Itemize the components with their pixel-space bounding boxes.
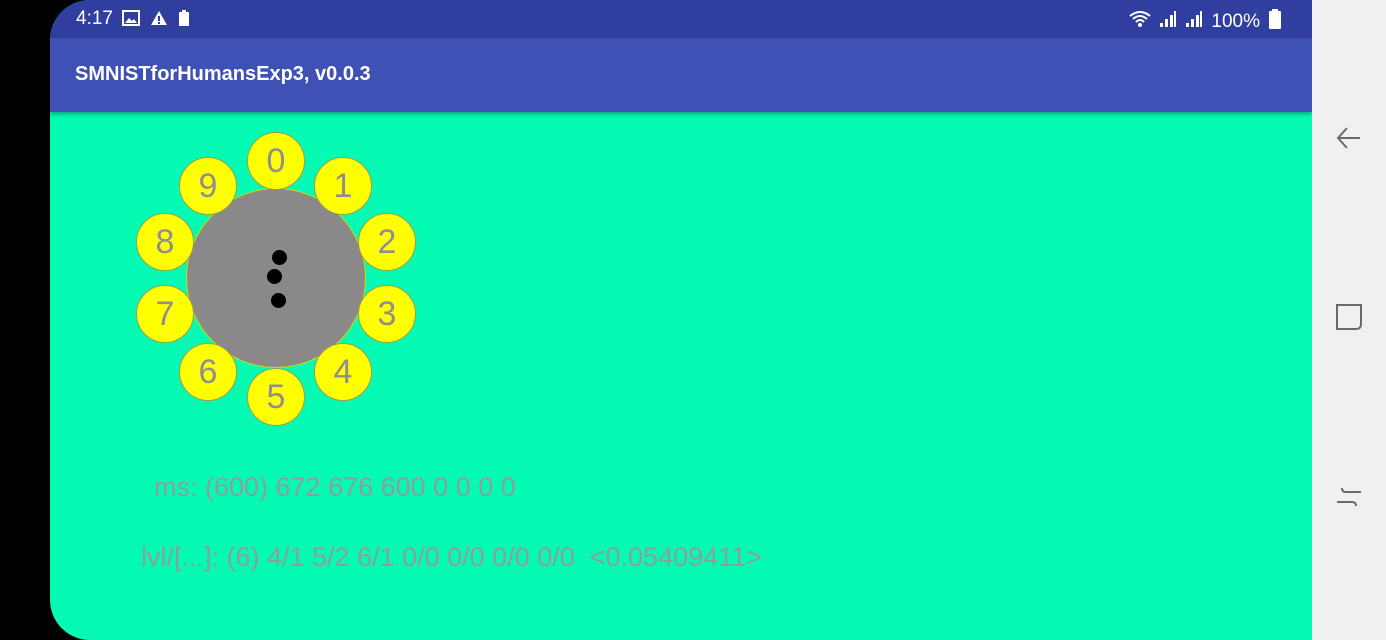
drawing-canvas[interactable] xyxy=(186,188,366,368)
digit-button-7[interactable]: 7 xyxy=(136,285,194,343)
digit-button-6[interactable]: 6 xyxy=(179,343,237,401)
status-system-icons: 100% xyxy=(1129,8,1282,36)
status-time: 4:17 xyxy=(76,8,113,29)
digit-button-0[interactable]: 0 xyxy=(247,132,305,190)
wifi-icon xyxy=(1129,10,1152,34)
menu-icon[interactable] xyxy=(1334,482,1364,512)
signal-icon xyxy=(1185,10,1203,34)
stroke-dot xyxy=(272,250,287,265)
level-readout: lvl/[...]: (6) 4/1 5/2 6/1 0/0 0/0 0/0 0… xyxy=(141,542,762,572)
battery-icon xyxy=(1268,8,1282,36)
stroke-dot xyxy=(271,293,286,308)
ms-readout: ms: (600) 672 676 600 0 0 0 0 xyxy=(154,472,516,502)
main-content: 0 1 2 3 4 5 6 7 8 9 ms: (600) 672 676 60… xyxy=(50,112,1312,640)
app-title: SMNISTforHumansExp3, v0.0.3 xyxy=(75,63,371,85)
digit-button-5[interactable]: 5 xyxy=(247,368,305,426)
digit-wheel: 0 1 2 3 4 5 6 7 8 9 xyxy=(136,132,418,428)
back-icon[interactable] xyxy=(1334,123,1364,153)
digit-button-3[interactable]: 3 xyxy=(358,285,416,343)
status-notification-icons xyxy=(122,9,190,32)
signal-icon xyxy=(1159,10,1177,34)
image-icon xyxy=(122,10,140,31)
battery-percent: 100% xyxy=(1211,11,1260,32)
stroke-dot xyxy=(267,269,282,284)
battery-saver-icon xyxy=(178,9,190,32)
phone-screen: 4:17 100% SMNISTforHumansExp3, v0.0.3 0 … xyxy=(50,0,1312,640)
digit-button-4[interactable]: 4 xyxy=(314,343,372,401)
digit-button-1[interactable]: 1 xyxy=(314,157,372,215)
warning-icon xyxy=(150,10,168,31)
digit-button-8[interactable]: 8 xyxy=(136,213,194,271)
digit-button-2[interactable]: 2 xyxy=(358,213,416,271)
recents-icon[interactable] xyxy=(1334,302,1364,332)
navigation-bar xyxy=(1312,0,1386,640)
status-bar: 4:17 100% xyxy=(50,0,1312,38)
digit-button-9[interactable]: 9 xyxy=(179,157,237,215)
app-bar: SMNISTforHumansExp3, v0.0.3 xyxy=(50,38,1312,112)
